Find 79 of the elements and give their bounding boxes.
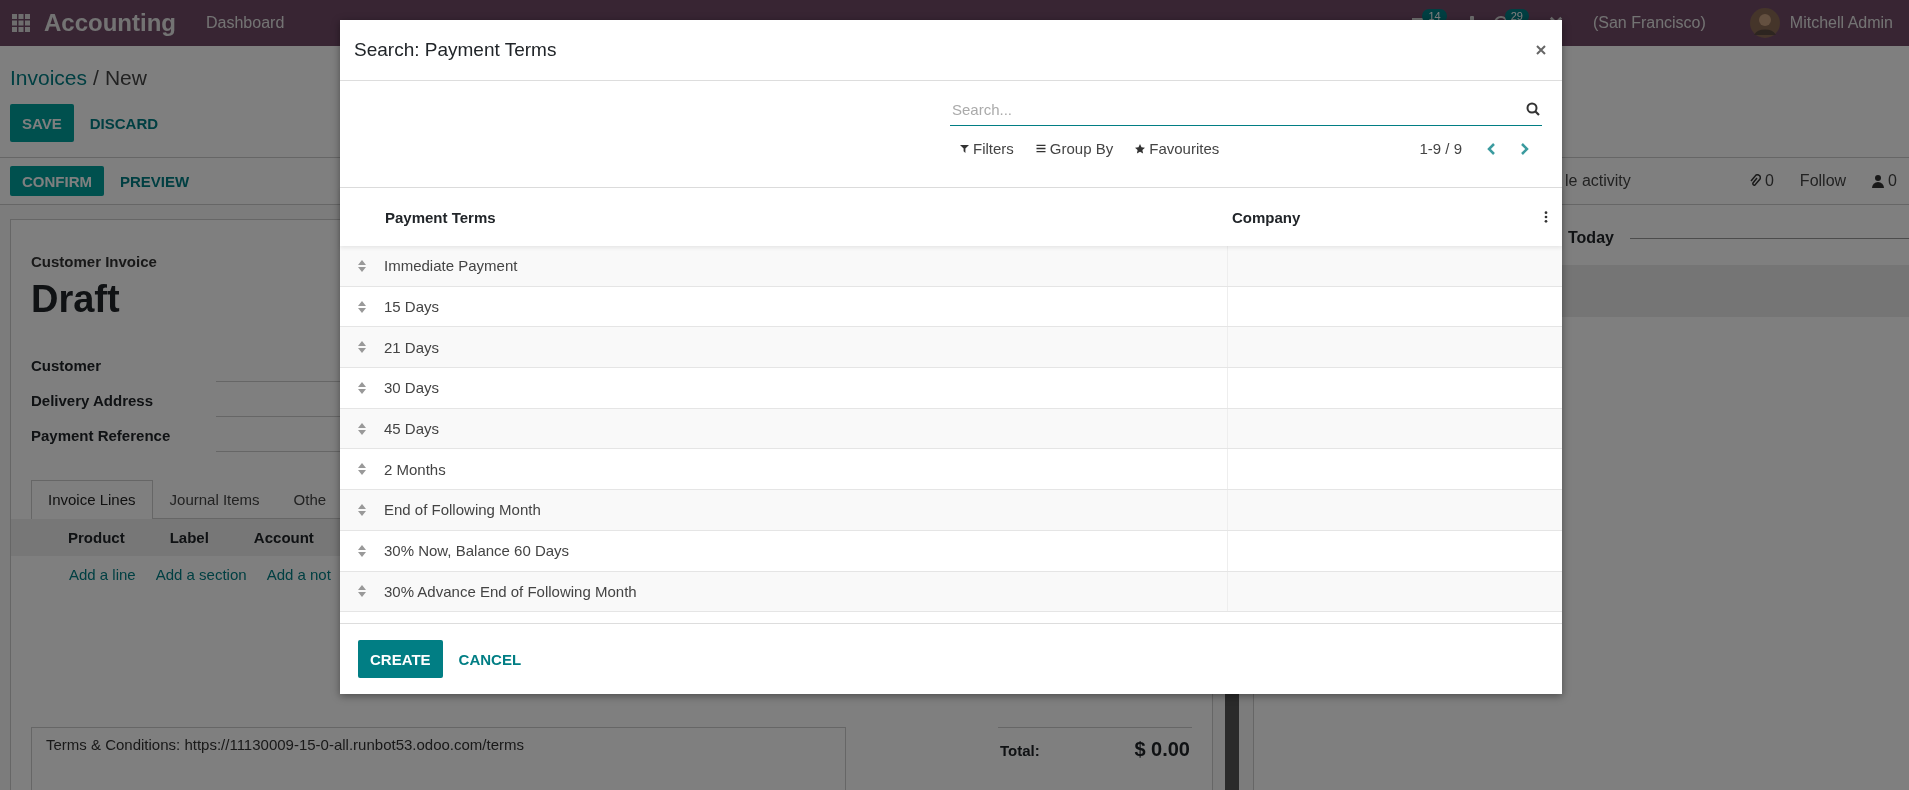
confirm-button[interactable]: CONFIRM [10, 166, 104, 196]
save-button[interactable]: SAVE [10, 104, 74, 142]
invoice-state-title: Draft [31, 278, 120, 321]
apps-grid-icon[interactable] [12, 14, 30, 32]
table-cell: 15 Days [384, 286, 1228, 327]
field-label: Customer [31, 357, 102, 376]
table-row[interactable]: 30% Now, Balance 60 Days [340, 530, 1562, 572]
app-name: Accounting [44, 9, 176, 37]
search-option-button[interactable]: Filters [960, 140, 1014, 157]
invoice-type-label: Customer Invoice [31, 253, 157, 270]
person-icon [1872, 174, 1885, 188]
table-cell: 30% Now, Balance 60 Days [384, 530, 1228, 571]
drag-handle-icon[interactable] [358, 463, 366, 476]
table-cell: 30% Advance End of Following Month [384, 571, 1228, 612]
drag-handle-icon[interactable] [358, 544, 366, 557]
column-header: Label [169, 529, 209, 546]
cancel-button[interactable]: CANCEL [446, 640, 534, 678]
user-menu[interactable]: Mitchell Admin [1789, 14, 1893, 32]
total-value: $ 0.00 [1134, 738, 1190, 761]
add-line-link[interactable]: Add a section [155, 566, 247, 583]
column-header: Product [68, 529, 125, 546]
drag-handle-icon[interactable] [358, 300, 366, 313]
add-line-link[interactable]: Add a line [69, 566, 136, 583]
preview-button[interactable]: PREVIEW [108, 166, 202, 196]
table-cell: 2 Months [384, 449, 1228, 490]
breadcrumb-separator: / [93, 66, 99, 90]
drag-handle-icon[interactable] [358, 503, 366, 516]
table-row[interactable]: 45 Days [340, 408, 1562, 450]
drag-handle-icon[interactable] [358, 422, 366, 435]
total-label: Total: [1000, 742, 1040, 759]
table-row[interactable]: 21 Days [340, 327, 1562, 369]
next-icon[interactable] [1520, 141, 1530, 156]
menu-item[interactable]: Dashboard [206, 14, 285, 32]
form-tab[interactable]: Journal Items [152, 480, 277, 518]
terms-field[interactable]: Terms & Conditions: https://11130009-15-0-all.runbot53.odoo.com/terms [31, 727, 846, 790]
drag-handle-icon[interactable] [358, 259, 366, 272]
field-label: Delivery Address [31, 392, 154, 411]
drag-handle-icon[interactable] [358, 381, 366, 394]
close-icon[interactable] [1536, 45, 1546, 55]
form-tab[interactable]: Invoice Lines [31, 480, 153, 519]
table-row[interactable]: End of Following Month [340, 490, 1562, 531]
discard-button[interactable]: DISCARD [77, 104, 171, 142]
add-line-link[interactable]: Add a not [266, 566, 331, 583]
drag-handle-icon[interactable] [358, 585, 366, 598]
table-cell: 21 Days [384, 327, 1228, 368]
table-row[interactable]: Immediate Payment [340, 246, 1562, 287]
dialog-title: Search: Payment Terms [354, 39, 557, 61]
table-cell: End of Following Month [384, 490, 1228, 530]
column-header[interactable]: Company [1232, 208, 1301, 226]
star-icon [1135, 143, 1146, 154]
table-cell: 45 Days [384, 408, 1228, 449]
drag-handle-icon[interactable] [358, 341, 366, 354]
pager-value: 1-9 / 9 [1419, 140, 1462, 157]
table-row[interactable]: 30 Days [340, 368, 1562, 409]
column-header[interactable]: Payment Terms [340, 208, 1232, 226]
breadcrumb-link[interactable]: Invoices [10, 66, 88, 90]
previous-icon[interactable] [1486, 141, 1496, 156]
breadcrumb-current: New [104, 66, 147, 90]
schedule-activity-link[interactable]: le activity [1565, 172, 1631, 190]
table-row[interactable]: 30% Advance End of Following Month [340, 571, 1562, 613]
field-label: Payment Reference [31, 427, 172, 446]
search-field[interactable]: Search... [950, 93, 1542, 126]
company-switcher[interactable]: (San Francisco) [1592, 14, 1706, 32]
search-option-button[interactable]: Favourites [1135, 140, 1220, 157]
table-cell: Immediate Payment [384, 246, 1228, 286]
create-button[interactable]: CREATE [358, 640, 443, 678]
date-separator: Today [1568, 229, 1614, 247]
filter-icon [960, 144, 969, 153]
search-option-button[interactable]: Group By [1035, 140, 1114, 157]
user-avatar-icon[interactable] [1749, 8, 1780, 38]
table-cell: 30 Days [384, 368, 1228, 408]
search-icon[interactable] [1526, 102, 1540, 116]
follow-button[interactable]: Follow [1799, 172, 1847, 190]
list-icon [1035, 144, 1046, 153]
attachments-button[interactable]: 0 [1748, 172, 1774, 190]
column-header: Account [253, 529, 314, 546]
paperclip-icon [1748, 174, 1761, 188]
more-options-icon[interactable] [1544, 211, 1548, 223]
followers-button[interactable]: 0 [1872, 172, 1897, 190]
